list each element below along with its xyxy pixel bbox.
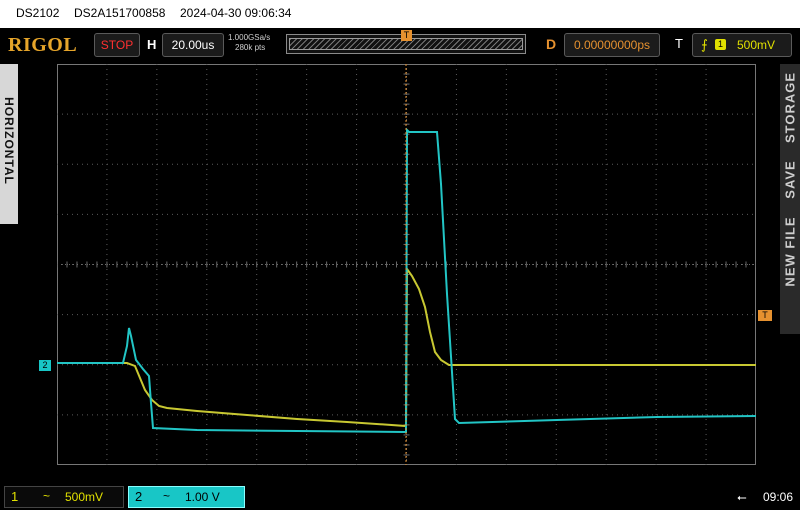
sample-info: 1.000GSa/s 280k pts xyxy=(228,33,270,53)
delay-label: D xyxy=(546,36,557,52)
waveform-display[interactable] xyxy=(57,64,756,465)
status-bar: RIGOL STOP H 20.00us 1.000GSa/s 280k pts… xyxy=(0,28,800,62)
trigger-position-marker: T xyxy=(401,30,412,41)
ch1-number: 1 xyxy=(11,489,19,504)
ch2-settings[interactable]: 2 ~ 1.00 V xyxy=(128,486,245,508)
title-bar: DS2102 DS2A151700858 2024-04-30 09:06:34 xyxy=(0,0,800,28)
trigger-settings[interactable]: ⨍ 1 500mV xyxy=(692,33,792,57)
ch1-scale: 500mV xyxy=(65,490,104,504)
horizontal-delay[interactable]: 0.00000000ps xyxy=(564,33,660,57)
ch1-settings[interactable]: 1 ~ 500mV xyxy=(4,486,124,508)
ch2-scale: 1.00 V xyxy=(185,490,220,504)
usb-icon: ⭠ xyxy=(737,490,747,504)
brand-logo: RIGOL xyxy=(8,34,78,56)
horizontal-menu-tab[interactable]: HORIZONTAL xyxy=(0,64,18,224)
ch1-coupling: ~ xyxy=(43,489,51,503)
ch2-number: 2 xyxy=(135,489,143,504)
horizontal-label: H xyxy=(147,37,157,52)
trigger-level: 500mV xyxy=(737,38,776,52)
trigger-source: 1 xyxy=(715,39,726,50)
horizontal-tab-label: HORIZONTAL xyxy=(2,97,16,185)
run-stop-indicator[interactable]: STOP xyxy=(94,33,140,57)
channel-bar: 1 ~ 500mV 2 ~ 1.00 V ⭠ 09:06 xyxy=(0,483,800,510)
storage-label: STORAGE xyxy=(782,71,798,144)
trigger-label: T xyxy=(675,36,683,51)
ch2-coupling: ~ xyxy=(163,489,171,503)
serial-number: DS2A151700858 xyxy=(74,6,166,20)
datetime: 2024-04-30 09:06:34 xyxy=(180,6,292,20)
clock-time: 09:06 xyxy=(763,490,794,504)
storage-menu-tab[interactable]: NEW FILE SAVE STORAGE xyxy=(780,64,800,334)
ch2-offset-marker[interactable]: 2 xyxy=(39,360,51,371)
trigger-level-marker[interactable]: T xyxy=(758,310,772,321)
timebase-value[interactable]: 20.00us xyxy=(162,33,224,57)
memory-depth: 280k pts xyxy=(235,43,266,52)
rising-edge-icon: ⨍ xyxy=(701,37,708,52)
model-name: DS2102 xyxy=(16,6,60,20)
sample-rate: 1.000GSa/s xyxy=(228,33,271,42)
